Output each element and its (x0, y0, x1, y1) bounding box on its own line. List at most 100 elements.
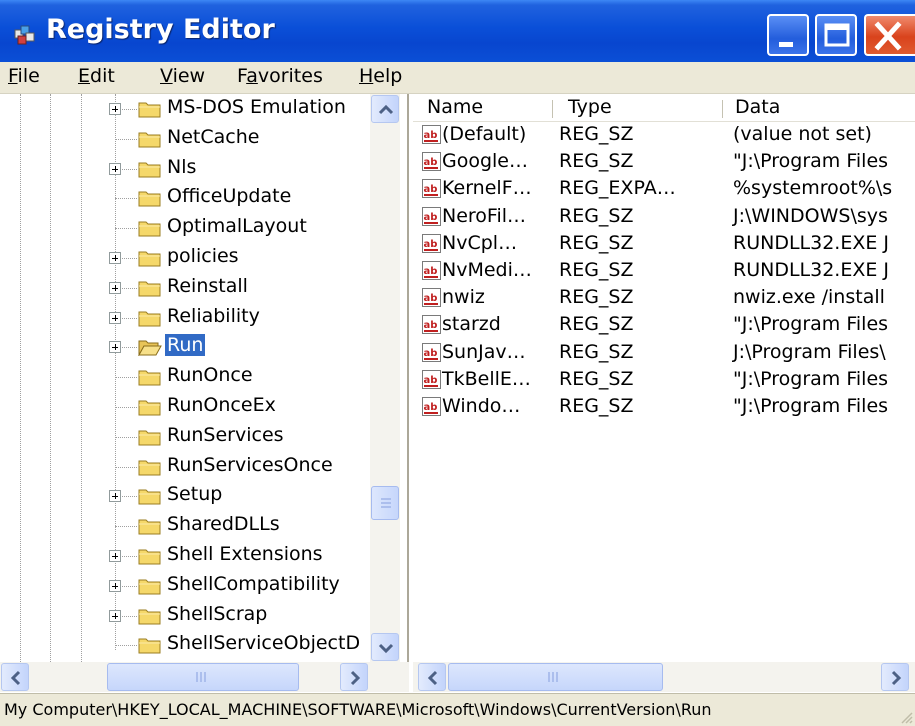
tree-item[interactable]: RunServicesOnce (0, 452, 370, 482)
list-item[interactable]: ab (Default) REG_SZ (value not set) (413, 122, 915, 149)
expand-icon[interactable] (109, 579, 121, 592)
tree-item[interactable]: Shell Extensions (0, 541, 370, 571)
column-type-header[interactable]: Type (568, 96, 612, 118)
tree-item[interactable]: Reinstall (0, 273, 370, 303)
expand-icon[interactable] (109, 550, 121, 562)
title-bar[interactable]: Registry Editor (0, 0, 915, 62)
list-item[interactable]: ab Windo… REG_SZ "J:\Program Files (413, 394, 915, 421)
grip-icon (381, 498, 391, 508)
value-type: REG_SZ (559, 123, 634, 145)
scroll-down-button[interactable] (371, 633, 399, 661)
list-item[interactable]: ab nwiz REG_SZ nwiz.exe /install (413, 285, 915, 312)
tree-item-label: NetCache (167, 125, 260, 148)
string-value-icon: ab (422, 206, 441, 226)
tree-item[interactable]: NetCache (0, 124, 370, 154)
value-data: J:\WINDOWS\sys (733, 204, 888, 227)
expand-icon[interactable] (109, 252, 121, 264)
tree-item[interactable]: OfficeUpdate (0, 183, 370, 213)
tree-item-label: Shell Extensions (167, 543, 323, 565)
tree-horizontal-scrollbar[interactable] (0, 662, 409, 692)
scroll-thumb[interactable] (448, 663, 663, 691)
expand-icon[interactable] (109, 103, 121, 115)
scroll-left-button[interactable] (1, 663, 29, 691)
chevron-up-icon (378, 104, 394, 115)
menu-view-label: iew (172, 65, 206, 87)
string-value-icon: ab (422, 369, 441, 389)
expand-icon[interactable] (109, 490, 121, 503)
menu-favorites-pre: F (237, 65, 247, 87)
value-name: Windo… (442, 395, 521, 417)
expand-icon[interactable] (109, 311, 121, 324)
tree-item[interactable]: RunServices (0, 422, 370, 452)
tree-item[interactable]: RunOnce (0, 362, 370, 392)
tree-item[interactable]: policies (0, 243, 370, 273)
list-horizontal-scrollbar[interactable] (413, 662, 915, 692)
string-value-icon: ab (422, 152, 441, 172)
tree-item[interactable]: OptimalLayout (0, 213, 370, 243)
tree-item[interactable]: Nls (0, 154, 370, 184)
tree-item-label: OfficeUpdate (167, 185, 292, 208)
list-item[interactable]: ab Google… REG_SZ "J:\Program Files (413, 149, 915, 176)
close-icon (874, 21, 902, 51)
menu-favorites[interactable]: Favorites (237, 65, 323, 87)
expand-icon[interactable] (109, 341, 121, 354)
scroll-up-button[interactable] (371, 95, 399, 123)
value-name: NvCpl… (442, 231, 518, 254)
scroll-thumb[interactable] (107, 663, 299, 691)
scroll-left-button[interactable] (418, 663, 446, 691)
registry-values-list[interactable]: Name Type Data ab (Default) REG_SZ (value n… (413, 94, 915, 662)
maximize-button[interactable] (815, 14, 857, 56)
menu-help-label: elp (373, 65, 403, 87)
folder-icon (138, 609, 161, 625)
menu-view[interactable]: View (160, 65, 205, 87)
list-item[interactable]: ab starzd REG_SZ "J:\Program Files (413, 312, 915, 339)
tree-item[interactable]: RunOnceEx (0, 392, 370, 422)
list-item[interactable]: ab KernelF… REG_EXPA… %systemroot%\s (413, 176, 915, 203)
expand-icon[interactable] (109, 609, 121, 622)
tree-branch-line (115, 198, 137, 200)
folder-icon (138, 102, 161, 118)
list-item[interactable]: ab NvCpl… REG_SZ RUNDLL32.EXE J (413, 231, 915, 258)
list-item[interactable]: ab NeroFil… REG_SZ J:\WINDOWS\sys (413, 204, 915, 231)
minimize-button[interactable] (767, 14, 809, 56)
expand-icon[interactable] (109, 162, 121, 175)
menu-help[interactable]: Help (359, 65, 402, 87)
folder-open-icon (138, 340, 162, 357)
tree-item[interactable]: SharedDLLs (0, 511, 370, 541)
menu-file-accel: F (8, 65, 18, 87)
tree-branch-line (115, 377, 137, 379)
list-item[interactable]: ab TkBellE… REG_SZ "J:\Program Files (413, 367, 915, 394)
column-name-header[interactable]: Name (427, 96, 483, 118)
scroll-thumb[interactable] (371, 486, 399, 520)
registry-key-tree[interactable]: MS-DOS Emulation NetCache Nls OfficeUpdate O… (0, 94, 409, 691)
scroll-right-button[interactable] (881, 663, 909, 691)
column-divider[interactable] (722, 100, 723, 118)
menu-edit[interactable]: Edit (78, 65, 115, 87)
tree-item[interactable]: Setup (0, 481, 370, 511)
chevron-left-icon (10, 670, 21, 686)
value-type: REG_SZ (559, 313, 634, 336)
folder-icon (138, 281, 161, 297)
tree-item[interactable]: Reliability (0, 303, 370, 333)
menu-file[interactable]: File (8, 65, 40, 87)
resize-grip-icon[interactable] (899, 710, 913, 724)
expand-icon[interactable] (109, 281, 121, 294)
tree-item[interactable]: ShellScrap (0, 601, 370, 631)
tree-item[interactable]: Run (0, 332, 370, 362)
tree-item-label: Nls (167, 155, 197, 178)
column-divider[interactable] (552, 100, 553, 118)
list-item[interactable]: ab NvMedi… REG_SZ RUNDLL32.EXE J (413, 258, 915, 285)
close-button[interactable] (864, 14, 915, 56)
column-data-header[interactable]: Data (735, 96, 780, 118)
list-item[interactable]: ab SunJav… REG_SZ J:\Program Files\ (413, 340, 915, 367)
value-type: REG_SZ (559, 150, 634, 173)
tree-item[interactable]: ShellCompatibility (0, 571, 370, 601)
tree-item[interactable]: ShellServiceObjectD (0, 630, 370, 660)
value-name: (Default) (442, 123, 527, 145)
value-data: (value not set) (733, 123, 872, 145)
string-value-icon: ab (422, 125, 441, 144)
folder-icon (138, 400, 161, 416)
tree-item[interactable]: MS-DOS Emulation (0, 94, 370, 124)
scroll-right-button[interactable] (340, 663, 368, 691)
tree-vertical-scrollbar[interactable] (370, 94, 400, 662)
